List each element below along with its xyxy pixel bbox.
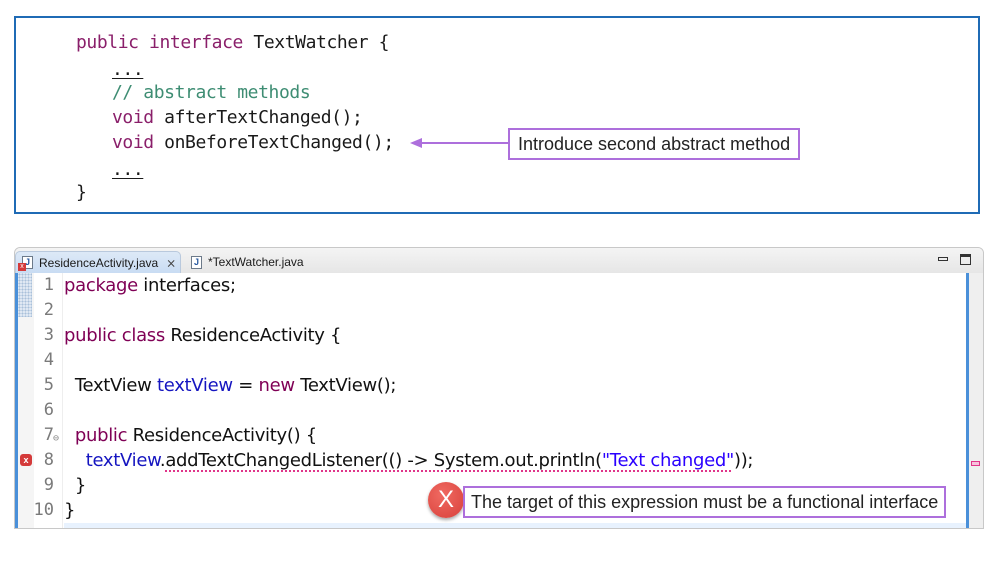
tab-label: *TextWatcher.java	[208, 255, 304, 269]
error-message-callout: The target of this expression must be a …	[463, 486, 947, 518]
error-overview-marker[interactable]	[971, 461, 980, 466]
string-literal: "Text changed"	[601, 450, 734, 471]
code-line-10: }	[64, 500, 76, 521]
error-squiggle-text[interactable]: addTextChangedListener(() -> System.out.…	[165, 450, 734, 471]
code-text: TextView	[64, 375, 157, 396]
code-line-5: TextView textView = new TextView();	[64, 373, 397, 398]
line-number: 10	[33, 500, 54, 520]
line-number: 4	[43, 350, 54, 370]
code-text: ResidenceActivity {	[164, 325, 342, 346]
code-text: TextView();	[294, 375, 397, 396]
code-text: addTextChangedListener(() -> System.out.…	[165, 450, 602, 471]
snippet-line-1: public interface TextWatcher {	[76, 32, 390, 54]
snippet-closing-brace: }	[76, 182, 87, 203]
code-text: ));	[733, 450, 754, 471]
line-number: 2	[43, 300, 54, 320]
line-number: 9	[43, 475, 54, 495]
callout-arrow-icon	[410, 138, 508, 148]
line-number: 6	[43, 400, 54, 420]
annotation-callout: Introduce second abstract method	[508, 128, 801, 160]
line-number-gutter: 1 2 3 4 5 6 7 8 9 10	[33, 273, 63, 528]
code-text: =	[232, 375, 259, 396]
minimize-icon[interactable]	[938, 257, 948, 261]
snippet-ellipsis: ...	[112, 59, 144, 80]
keyword: public	[64, 425, 128, 446]
code-line-3: public class ResidenceActivity {	[64, 323, 342, 348]
error-badge-icon: x	[18, 263, 26, 271]
keyword: public interface	[76, 32, 243, 53]
fold-collapse-icon[interactable]: ⊖	[53, 433, 59, 444]
tab-residence-activity[interactable]: Jx ResidenceActivity.java ⨯	[15, 251, 181, 273]
keyword: public class	[64, 325, 165, 346]
error-marker-icon[interactable]: x	[20, 454, 32, 466]
line-number: 8	[43, 450, 54, 470]
current-line-highlight	[64, 523, 966, 528]
code-line-1: package interfaces;	[64, 273, 236, 298]
maximize-icon[interactable]	[960, 254, 971, 265]
ruler-highlight	[18, 273, 32, 317]
snippet-comment: // abstract methods	[112, 82, 311, 103]
java-file-icon: Jx	[18, 256, 33, 271]
keyword: package	[64, 275, 138, 296]
code-text: onBeforeTextChanged();	[153, 132, 394, 153]
keyword: void	[112, 132, 154, 153]
editor-tab-bar: Jx ResidenceActivity.java ⨯ J *TextWatch…	[15, 248, 983, 273]
code-text: afterTextChanged();	[153, 107, 363, 128]
code-line-9: }	[64, 475, 86, 496]
field-name: textView	[156, 375, 233, 396]
line-number: 5	[43, 375, 54, 395]
error-x-icon: X	[428, 482, 464, 518]
line-number: 1	[43, 275, 54, 295]
snippet-line-after-text-changed: void afterTextChanged();	[112, 107, 363, 129]
annotation-ruler	[18, 273, 34, 528]
interface-snippet-box: public interface TextWatcher { ... // ab…	[14, 16, 980, 214]
close-tab-icon[interactable]: ⨯	[166, 256, 176, 270]
code-line-8: textView.addTextChangedListener(() -> Sy…	[64, 448, 754, 473]
tab-label: ResidenceActivity.java	[39, 255, 159, 270]
java-file-icon: J	[191, 255, 202, 269]
window-controls	[938, 254, 971, 265]
snippet-line-on-before-text-changed: void onBeforeTextChanged();	[112, 132, 394, 154]
snippet-ellipsis: ...	[112, 159, 144, 180]
field-name: textView	[85, 450, 161, 471]
keyword: void	[112, 107, 154, 128]
tab-text-watcher[interactable]: J *TextWatcher.java	[185, 251, 325, 273]
line-number: 3	[43, 325, 54, 345]
overview-ruler[interactable]	[969, 273, 983, 528]
code-line-7: public ResidenceActivity() {	[64, 423, 317, 448]
code-text: TextWatcher {	[243, 32, 390, 53]
code-text: ResidenceActivity() {	[127, 425, 318, 446]
keyword: new	[258, 375, 295, 396]
code-text: interfaces;	[137, 275, 236, 296]
